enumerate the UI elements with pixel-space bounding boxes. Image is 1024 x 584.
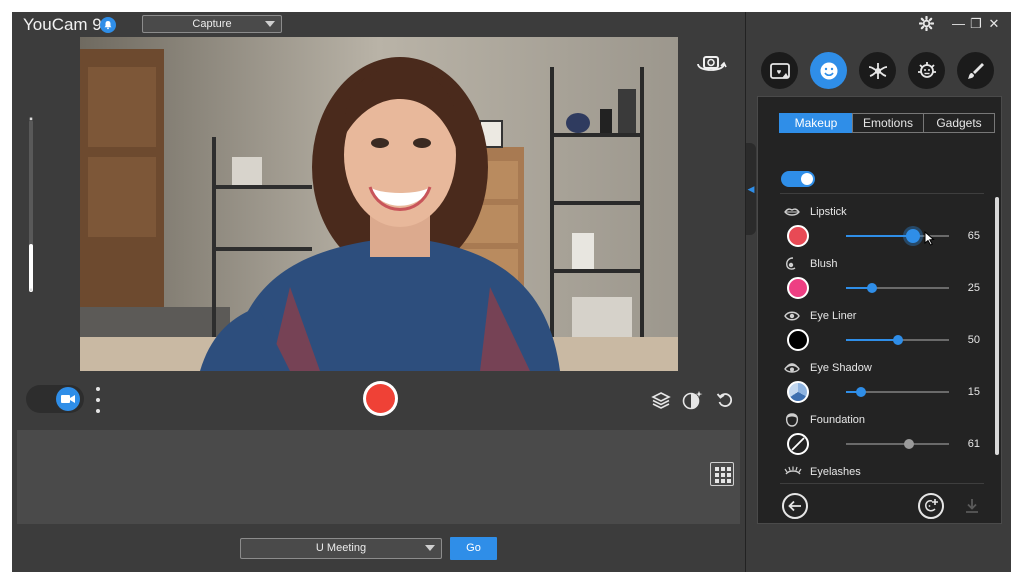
video-mode-toggle[interactable] (26, 385, 84, 413)
foundation-icon (784, 413, 800, 427)
none-icon (791, 437, 805, 451)
brush-feature-button[interactable] (957, 52, 994, 89)
makeup-item-blush: Blush 25 (780, 255, 980, 307)
zoom-slider[interactable] (29, 120, 33, 292)
panel-tabs: Makeup Emotions Gadgets (779, 113, 995, 133)
eye-liner-value: 50 (967, 334, 980, 346)
mouse-cursor-icon (924, 231, 935, 246)
camera-feed-image (80, 37, 678, 371)
layers-icon[interactable] (649, 388, 673, 412)
minimize-button[interactable]: — (952, 16, 965, 32)
back-button[interactable] (782, 493, 808, 519)
makeup-item-eye-liner: Eye Liner 50 (780, 307, 980, 359)
panel-divider (745, 12, 746, 572)
zoom-out-icon[interactable]: ▪ (26, 286, 36, 296)
arrow-left-icon (788, 500, 801, 512)
eye-shadow-value: 15 (967, 386, 980, 398)
frames-feature-button[interactable] (761, 52, 798, 89)
panel-scrollbar[interactable] (995, 197, 999, 455)
go-button[interactable]: Go (450, 537, 497, 560)
makeup-item-label: Eyelashes (810, 466, 861, 478)
meeting-app-value: U Meeting (315, 542, 367, 554)
record-button[interactable] (363, 381, 398, 416)
more-options-icon[interactable] (94, 387, 102, 413)
eye-shadow-icon (784, 361, 800, 375)
blush-value: 25 (967, 282, 980, 294)
meeting-app-select[interactable]: U Meeting (240, 538, 442, 559)
blush-color-swatch[interactable] (787, 277, 809, 299)
makeup-item-label: Foundation (810, 414, 866, 426)
makeup-item-eye-shadow: Eye Shadow 15 (780, 359, 980, 411)
media-strip (17, 430, 740, 524)
download-icon (963, 497, 981, 515)
chevron-down-icon (265, 21, 275, 27)
video-camera-icon (56, 387, 80, 411)
eye-liner-color-swatch[interactable] (787, 329, 809, 351)
eye-icon (784, 309, 800, 323)
lips-icon (784, 205, 800, 219)
chevron-down-icon (425, 545, 435, 551)
divider (780, 193, 984, 194)
camera-preview (80, 37, 678, 371)
collapse-panel-icon[interactable]: ◀ (746, 143, 756, 235)
lipstick-color-swatch[interactable] (787, 225, 809, 247)
blush-intensity-slider[interactable] (846, 283, 949, 293)
divider (780, 483, 984, 484)
mode-select[interactable]: Capture (142, 15, 282, 33)
makeup-item-eyelashes: Eyelashes (780, 463, 980, 485)
foundation-value: 61 (967, 438, 980, 450)
foundation-intensity-slider[interactable] (846, 439, 949, 449)
foundation-color-swatch[interactable] (787, 433, 809, 455)
beauty-feature-button[interactable] (810, 52, 847, 89)
tab-gadgets[interactable]: Gadgets (923, 113, 995, 133)
blush-icon (784, 257, 800, 271)
reset-icon[interactable] (713, 388, 737, 412)
tab-makeup[interactable]: Makeup (779, 113, 853, 133)
makeup-item-label: Eye Shadow (810, 362, 872, 374)
rotate-camera-icon[interactable] (695, 50, 727, 76)
notification-bell-icon[interactable] (100, 17, 116, 33)
brush-icon (967, 62, 984, 79)
makeup-enable-toggle[interactable] (781, 171, 815, 187)
record-dot-icon (366, 384, 395, 413)
makeup-item-label: Blush (810, 258, 838, 270)
mode-select-value: Capture (192, 18, 232, 30)
beauty-enhance-icon[interactable] (681, 388, 705, 412)
eyelashes-icon (784, 465, 802, 479)
restore-button[interactable]: ❐ (970, 16, 982, 32)
makeup-panel: Makeup Emotions Gadgets Lipstick 65 Blus… (757, 96, 1002, 524)
eye-liner-intensity-slider[interactable] (846, 335, 949, 345)
avatar-icon (917, 61, 936, 78)
effects-icon (868, 62, 887, 79)
eye-shadow-color-swatch[interactable] (787, 381, 809, 403)
lipstick-value: 65 (967, 230, 980, 242)
effects-feature-button[interactable] (859, 52, 896, 89)
makeup-item-lipstick: Lipstick 65 (780, 203, 980, 255)
eye-shadow-intensity-slider[interactable] (846, 387, 949, 397)
settings-gear-icon[interactable] (918, 15, 934, 32)
app-title: YouCam 9 (23, 15, 102, 34)
smiley-face-icon (820, 62, 837, 79)
youcam-window: YouCam 9 Capture ▪ ▪ (12, 12, 1011, 572)
frame-icon (769, 62, 790, 79)
makeup-item-label: Lipstick (810, 206, 847, 218)
makeup-item-label: Eye Liner (810, 310, 857, 322)
add-face-icon (925, 499, 938, 512)
makeup-item-foundation: Foundation 61 (780, 411, 980, 463)
grid-view-button[interactable] (710, 462, 734, 486)
add-look-button[interactable] (918, 493, 944, 519)
tab-emotions[interactable]: Emotions (852, 113, 924, 133)
avatar-feature-button[interactable] (908, 52, 945, 89)
close-button[interactable]: ✕ (988, 16, 1000, 32)
